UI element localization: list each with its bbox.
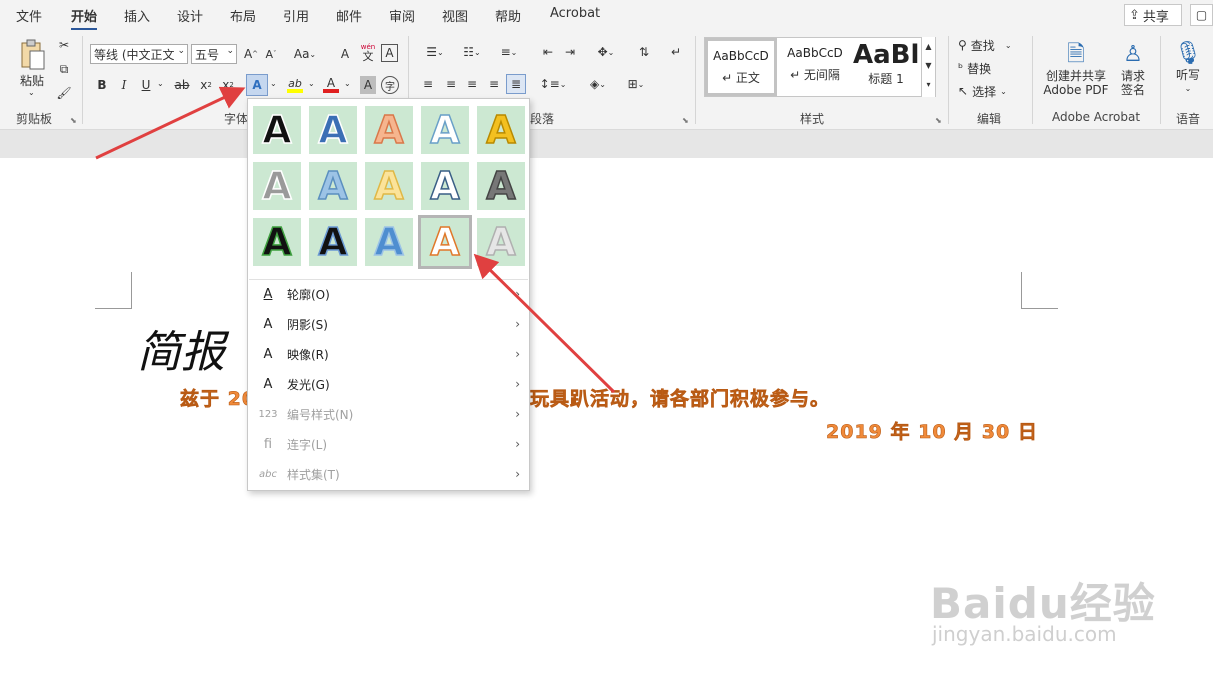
annotation-arrows bbox=[95, 86, 616, 394]
arrow-to-effects-button bbox=[95, 86, 246, 160]
arrow-to-selected-effect bbox=[473, 253, 616, 394]
